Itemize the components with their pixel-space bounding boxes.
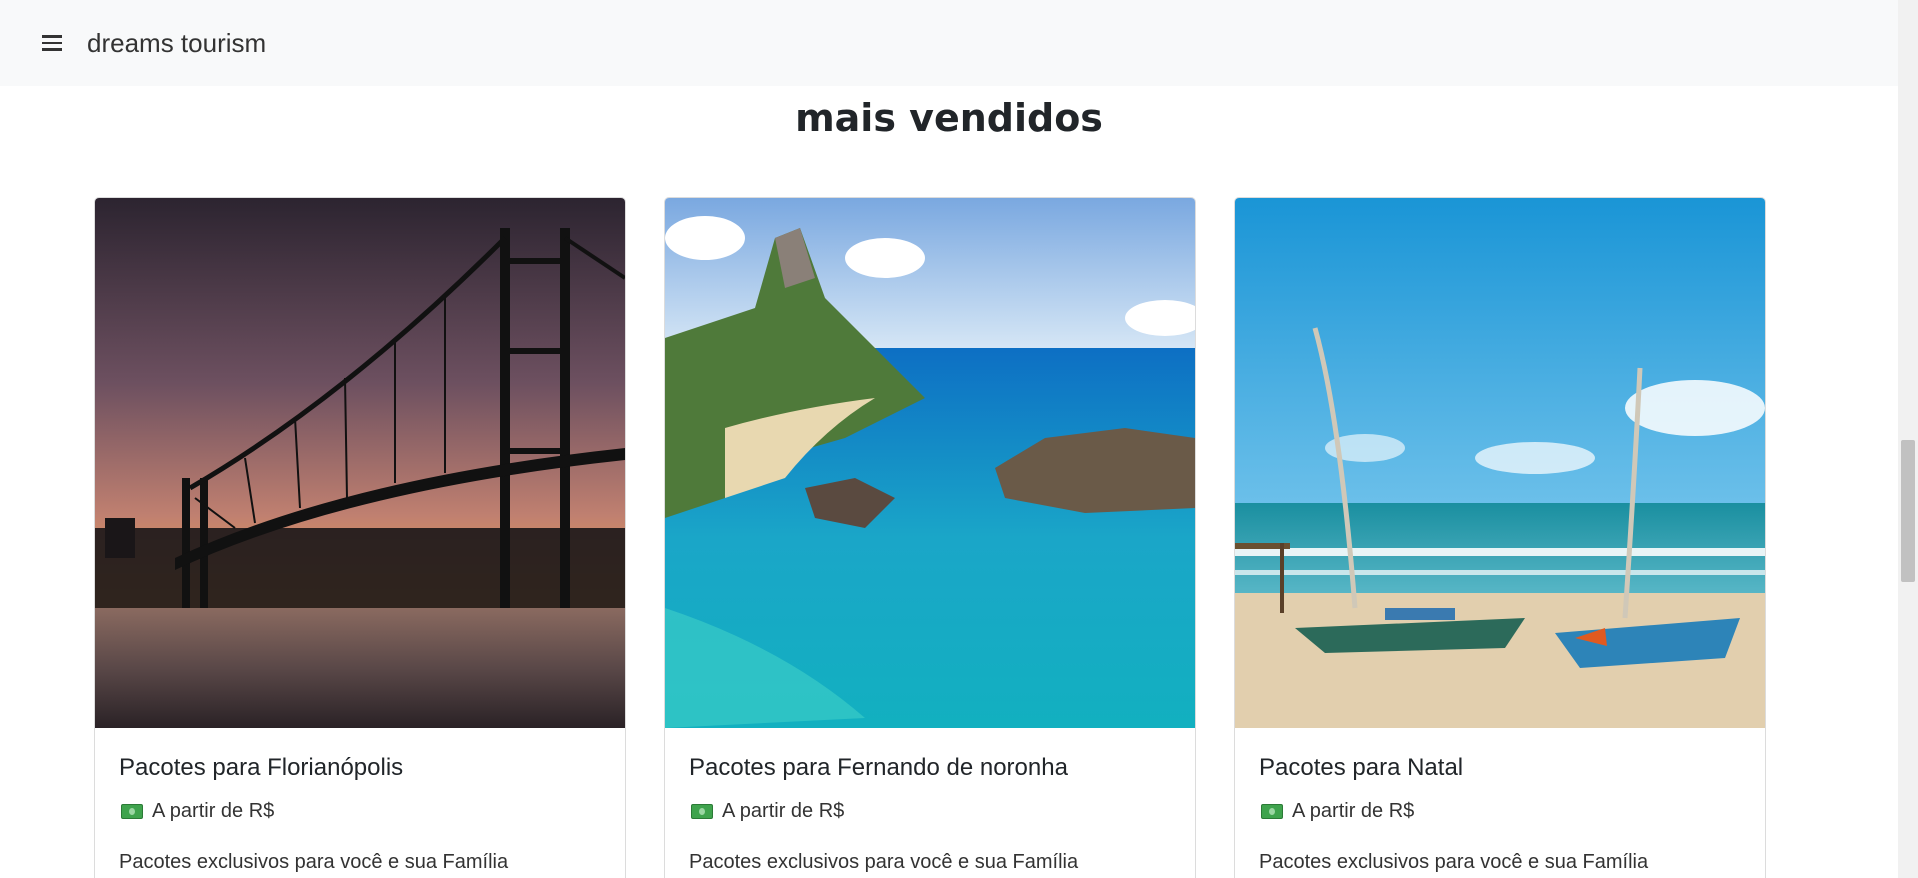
card-description: Pacotes exclusivos para você e sua Famíl… [119,851,509,873]
top-navbar: dreams tourism [0,0,1898,86]
price-row: A partir de R$ [1259,800,1741,823]
card-fernando-de-noronha[interactable]: Pacotes para Fernando de noronha A parti… [664,197,1196,878]
page: dreams tourism mais vendidos Pacotes par… [0,0,1918,878]
brand-link[interactable]: dreams tourism [87,28,266,59]
card-image-natal[interactable] [1235,198,1765,728]
money-banknote-icon [121,804,143,819]
section-title: mais vendidos [795,96,1103,140]
hamburger-menu-icon[interactable] [38,29,66,57]
card-description: Pacotes exclusivos para você e sua Famíl… [1259,851,1649,873]
money-banknote-icon [691,804,713,819]
price-label: A partir de R$ [152,800,275,822]
card-florianopolis[interactable]: Pacotes para Florianópolis A partir de R… [94,197,626,878]
price-row: A partir de R$ [689,800,1171,823]
card-list: Pacotes para Florianópolis A partir de R… [94,197,1766,878]
card-image-florianopolis[interactable] [95,198,625,728]
money-banknote-icon [1261,804,1283,819]
price-row: A partir de R$ [119,800,601,823]
vertical-scrollbar[interactable] [1898,0,1918,878]
card-title[interactable]: Pacotes para Florianópolis [119,754,601,782]
scrollbar-thumb[interactable] [1901,440,1915,582]
card-title[interactable]: Pacotes para Natal [1259,754,1741,782]
price-label: A partir de R$ [1292,800,1415,822]
card-title[interactable]: Pacotes para Fernando de noronha [689,754,1171,782]
price-label: A partir de R$ [722,800,845,822]
card-natal[interactable]: Pacotes para Natal A partir de R$ Pacote… [1234,197,1766,878]
card-description: Pacotes exclusivos para você e sua Famíl… [689,851,1079,873]
card-image-fernando-de-noronha[interactable] [665,198,1195,728]
